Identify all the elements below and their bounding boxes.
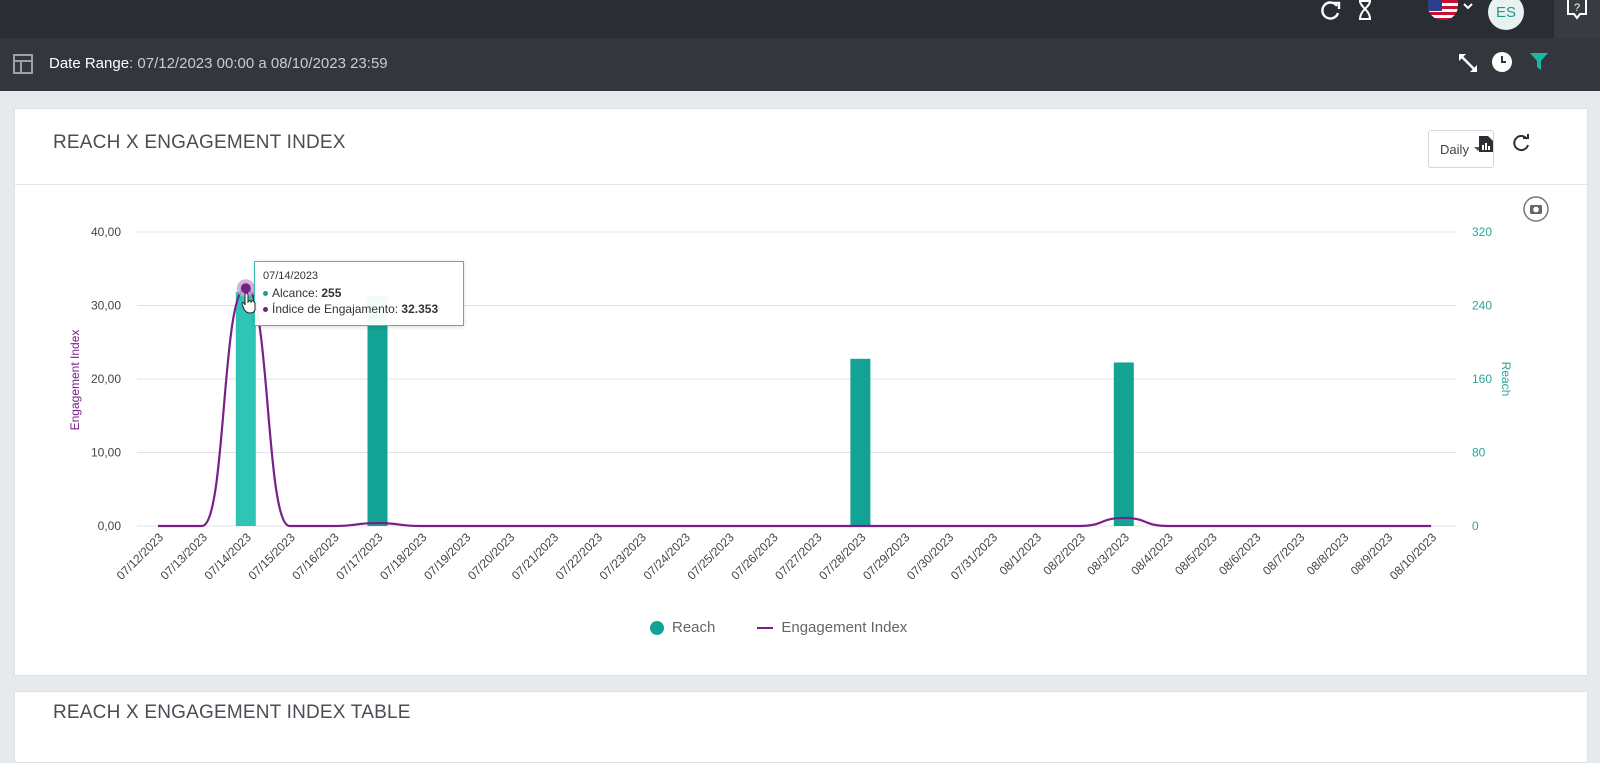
us-flag-icon[interactable] — [1428, 0, 1458, 20]
date-range-label: Date Range — [49, 55, 130, 72]
reach-engagement-card: REACH X ENGAGEMENT INDEX Daily — [14, 108, 1588, 676]
legend-engagement-label[interactable]: Engagement Index — [781, 619, 907, 636]
date-range-value: : 07/12/2023 00:00 a 08/10/2023 23:59 — [129, 55, 388, 72]
tooltip-reach-label: Alcance: — [272, 286, 322, 300]
avatar-initials: ES — [1495, 3, 1516, 21]
hourglass-icon[interactable] — [1356, 0, 1374, 20]
tooltip-engagement-row: Índice de Engajamento: 32.353 — [263, 302, 455, 316]
expand-icon[interactable] — [1457, 52, 1479, 74]
legend-reach-label[interactable]: Reach — [672, 619, 715, 636]
top-navbar: ES ? — [0, 0, 1600, 38]
clock-icon[interactable] — [1491, 51, 1513, 73]
layout-icon[interactable] — [13, 54, 33, 74]
legend-reach-marker — [650, 620, 664, 635]
chevron-down-icon[interactable] — [1462, 2, 1474, 12]
card-title: REACH X ENGAGEMENT INDEX — [53, 132, 346, 153]
card-divider — [15, 184, 1587, 185]
tooltip-reach-value: 255 — [321, 286, 342, 300]
chart-tooltip: 07/14/2023 Alcance: 255 Índice de Engaja… — [254, 261, 464, 326]
chart-legend: Reach Engagement Index — [650, 619, 907, 636]
hand-cursor-icon — [241, 292, 256, 314]
tooltip-reach-row: Alcance: 255 — [263, 286, 455, 300]
reach-engagement-table-card: REACH X ENGAGEMENT INDEX TABLE — [14, 691, 1588, 763]
refresh-icon[interactable] — [1318, 0, 1342, 20]
date-range-text: Date Range: 07/12/2023 00:00 a 08/10/202… — [49, 55, 388, 72]
help-button[interactable]: ? — [1554, 0, 1600, 38]
tooltip-engagement-value: 32.353 — [401, 302, 439, 316]
period-select-value: Daily — [1440, 141, 1469, 157]
help-chat-icon: ? — [1567, 0, 1587, 20]
export-report-icon[interactable] — [1478, 135, 1494, 153]
filter-icon[interactable] — [1529, 52, 1549, 72]
camera-icon[interactable] — [1523, 196, 1549, 222]
legend-engagement-marker — [757, 626, 774, 629]
reload-icon[interactable] — [1511, 134, 1531, 154]
tooltip-engagement-label: Índice de Engajamento: — [272, 302, 402, 316]
svg-text:?: ? — [1574, 2, 1580, 14]
tooltip-date: 07/14/2023 — [263, 270, 319, 282]
user-avatar[interactable]: ES — [1488, 0, 1524, 30]
card-title: REACH X ENGAGEMENT INDEX TABLE — [53, 702, 411, 723]
